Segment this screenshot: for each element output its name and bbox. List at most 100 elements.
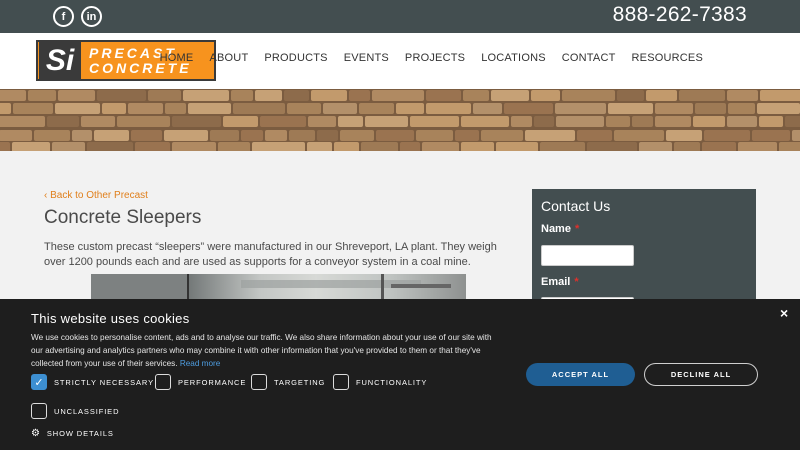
checkbox-box bbox=[31, 403, 47, 419]
stone bbox=[255, 90, 282, 101]
name-field[interactable] bbox=[541, 245, 634, 266]
stone bbox=[210, 130, 239, 141]
stone bbox=[148, 90, 181, 101]
stone bbox=[218, 142, 250, 151]
stone bbox=[52, 142, 85, 151]
gear-icon: ⚙ bbox=[31, 428, 41, 439]
stone bbox=[372, 90, 424, 101]
back-link-label: Back to Other Precast bbox=[50, 190, 148, 201]
facebook-icon[interactable]: f bbox=[53, 6, 74, 27]
stone bbox=[0, 116, 45, 127]
stone bbox=[117, 116, 170, 127]
stone bbox=[311, 90, 347, 101]
site-header: Si PRECAST CONCRETE HOME ABOUT PRODUCTS … bbox=[0, 33, 800, 89]
nav-locations[interactable]: LOCATIONS bbox=[473, 52, 554, 64]
stone bbox=[317, 130, 338, 141]
accept-all-button[interactable]: ACCEPT ALL bbox=[526, 363, 635, 386]
stone bbox=[81, 116, 115, 127]
stone bbox=[702, 142, 736, 151]
stone bbox=[241, 130, 263, 141]
page-title: Concrete Sleepers bbox=[44, 207, 202, 228]
stone bbox=[260, 116, 306, 127]
checkbox-unclassified[interactable]: UNCLASSIFIED bbox=[31, 403, 119, 419]
stone bbox=[410, 116, 459, 127]
stone bbox=[555, 103, 606, 114]
stone bbox=[13, 103, 53, 114]
stone-wall-image bbox=[0, 89, 800, 151]
stone bbox=[165, 103, 186, 114]
stone bbox=[0, 103, 11, 114]
check-icon: ✓ bbox=[31, 374, 47, 390]
decline-all-button[interactable]: DECLINE ALL bbox=[644, 363, 758, 386]
stone bbox=[606, 116, 630, 127]
stone bbox=[655, 103, 693, 114]
checkbox-functionality[interactable]: FUNCTIONALITY bbox=[333, 374, 427, 390]
checkbox-label: FUNCTIONALITY bbox=[356, 377, 428, 387]
stone bbox=[422, 142, 459, 151]
checkbox-label: STRICTLY NECESSARY bbox=[54, 377, 154, 387]
stone bbox=[0, 90, 26, 101]
nav-projects[interactable]: PROJECTS bbox=[397, 52, 473, 64]
cookie-text: We use cookies to personalise content, a… bbox=[31, 332, 501, 370]
stone bbox=[0, 130, 32, 141]
stone bbox=[376, 130, 414, 141]
stone bbox=[534, 116, 554, 127]
stone bbox=[365, 116, 408, 127]
phone-number[interactable]: 888-262-7383 bbox=[613, 3, 747, 27]
read-more-link[interactable]: Read more bbox=[180, 359, 221, 368]
stone bbox=[463, 90, 489, 101]
nav-resources[interactable]: RESOURCES bbox=[624, 52, 703, 64]
checkbox-strictly-necessary[interactable]: ✓ STRICTLY NECESSARY bbox=[31, 374, 154, 390]
stone bbox=[738, 142, 777, 151]
stone bbox=[34, 130, 70, 141]
stone bbox=[632, 116, 653, 127]
stone bbox=[231, 90, 253, 101]
stone bbox=[308, 116, 336, 127]
show-details-label: SHOW DETAILS bbox=[46, 429, 114, 438]
stone bbox=[128, 103, 163, 114]
stone bbox=[666, 130, 702, 141]
photo-detail bbox=[91, 274, 451, 300]
checkbox-performance[interactable]: PERFORMANCE bbox=[155, 374, 246, 390]
linkedin-icon[interactable]: in bbox=[81, 6, 102, 27]
nav-events[interactable]: EVENTS bbox=[336, 52, 397, 64]
email-label-text: Email bbox=[541, 276, 571, 288]
checkbox-targeting[interactable]: TARGETING bbox=[251, 374, 325, 390]
stone bbox=[757, 103, 800, 114]
stone bbox=[655, 116, 691, 127]
stone bbox=[426, 103, 471, 114]
stone bbox=[252, 142, 305, 151]
name-label-text: Name bbox=[541, 223, 571, 235]
nav-contact[interactable]: CONTACT bbox=[554, 52, 624, 64]
contact-panel: Contact Us Name * Email * bbox=[532, 189, 756, 318]
show-details-button[interactable]: ⚙ SHOW DETAILS bbox=[31, 428, 114, 439]
stone bbox=[164, 130, 208, 141]
nav-products[interactable]: PRODUCTS bbox=[256, 52, 335, 64]
stone bbox=[233, 103, 285, 114]
nav-about[interactable]: ABOUT bbox=[201, 52, 256, 64]
stone bbox=[287, 103, 321, 114]
logo-mark-text: Si bbox=[45, 43, 75, 77]
stone bbox=[481, 130, 523, 141]
stone bbox=[752, 130, 790, 141]
stone bbox=[504, 103, 553, 114]
stone bbox=[639, 142, 672, 151]
stone bbox=[577, 130, 612, 141]
product-photo bbox=[91, 274, 466, 300]
stone bbox=[461, 142, 494, 151]
stone bbox=[359, 103, 394, 114]
name-label: Name * bbox=[541, 223, 579, 235]
nav-home[interactable]: HOME bbox=[160, 52, 202, 64]
stone bbox=[785, 116, 800, 127]
stone bbox=[679, 90, 725, 101]
back-link[interactable]: ‹ Back to Other Precast bbox=[44, 190, 148, 201]
stone bbox=[97, 90, 146, 101]
stone bbox=[695, 103, 726, 114]
top-bar: f in 888-262-7383 bbox=[0, 0, 800, 33]
stone bbox=[338, 116, 363, 127]
stone bbox=[135, 142, 170, 151]
stone bbox=[525, 130, 575, 141]
close-icon[interactable]: × bbox=[780, 305, 788, 321]
stone bbox=[704, 130, 750, 141]
stone bbox=[72, 130, 92, 141]
